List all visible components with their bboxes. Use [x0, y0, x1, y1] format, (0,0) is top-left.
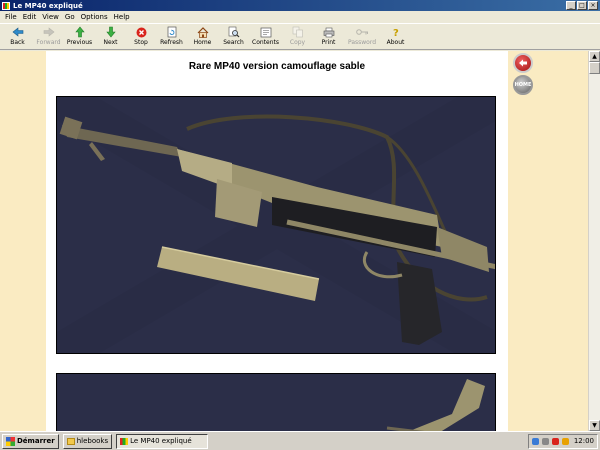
forward-button[interactable]: Forward — [33, 24, 64, 46]
vertical-scrollbar[interactable]: ▲ ▼ — [588, 51, 600, 431]
system-tray: 12:00 — [527, 433, 598, 449]
tray-volume-icon[interactable] — [541, 437, 549, 445]
weapon-photo — [56, 96, 496, 354]
window-title: Le MP40 expliqué — [13, 1, 83, 10]
tray-update-icon[interactable] — [561, 437, 569, 445]
copy-button[interactable]: Copy — [282, 24, 313, 46]
menu-go[interactable]: Go — [62, 13, 78, 21]
app-icon — [2, 1, 10, 10]
print-button[interactable]: Print — [313, 24, 344, 46]
about-button[interactable]: ? About — [380, 24, 411, 46]
svg-text:?: ? — [393, 28, 399, 38]
page-body: Rare MP40 version camouflage sable — [46, 51, 508, 431]
menu-file[interactable]: File — [2, 13, 20, 21]
title-bar: Le MP40 expliqué _ □ × — [0, 0, 600, 11]
stop-icon — [135, 26, 148, 38]
home-nav-button[interactable]: HOME — [513, 75, 533, 95]
menu-bar: File Edit View Go Options Help — [0, 11, 600, 23]
menu-view[interactable]: View — [39, 13, 62, 21]
task-hlebooks[interactable]: hlebooks — [62, 433, 113, 449]
tray-network-icon[interactable] — [531, 437, 539, 445]
back-arrow-icon — [11, 26, 24, 38]
home-icon — [196, 26, 209, 38]
print-icon — [322, 26, 335, 38]
scroll-up-icon[interactable]: ▲ — [589, 51, 600, 62]
next-button[interactable]: Next — [95, 24, 126, 46]
windows-logo-icon — [6, 436, 15, 446]
search-button[interactable]: Search — [218, 24, 249, 46]
page-viewport: Rare MP40 version camouflage sable HOME … — [0, 51, 600, 431]
left-margin — [0, 51, 46, 431]
menu-help[interactable]: Help — [111, 13, 133, 21]
menu-options[interactable]: Options — [78, 13, 111, 21]
tray-antivirus-icon[interactable] — [551, 437, 559, 445]
back-nav-button[interactable] — [513, 53, 533, 73]
scroll-down-icon[interactable]: ▼ — [589, 420, 600, 431]
maximize-button[interactable]: □ — [577, 1, 587, 10]
search-icon — [227, 26, 240, 38]
about-icon: ? — [389, 26, 402, 38]
folder-icon — [66, 437, 75, 445]
refresh-button[interactable]: Refresh — [156, 24, 187, 46]
key-icon — [355, 26, 369, 38]
forward-arrow-icon — [42, 26, 55, 38]
copy-icon — [291, 26, 304, 38]
clock: 12:00 — [573, 437, 594, 445]
ebook-icon — [120, 437, 129, 445]
start-label: Démarrer — [17, 437, 55, 445]
minimize-button[interactable]: _ — [566, 1, 576, 10]
menu-edit[interactable]: Edit — [20, 13, 40, 21]
weapon-photo-detail — [56, 373, 496, 431]
close-button[interactable]: × — [588, 1, 598, 10]
back-button[interactable]: Back — [2, 24, 33, 46]
right-margin — [508, 51, 588, 431]
task-mp40[interactable]: Le MP40 expliqué — [116, 433, 209, 449]
previous-button[interactable]: Previous — [64, 24, 95, 46]
taskbar: Démarrer hlebooks Le MP40 expliqué 12:00 — [0, 431, 600, 450]
toolbar: Back Forward Previous Next Stop Refresh … — [0, 23, 600, 50]
scroll-thumb[interactable] — [589, 62, 600, 74]
start-button[interactable]: Démarrer — [2, 433, 59, 449]
down-arrow-icon — [104, 26, 117, 38]
page-title: Rare MP40 version camouflage sable — [188, 61, 366, 72]
password-button[interactable]: Password — [344, 24, 380, 46]
up-arrow-icon — [73, 26, 86, 38]
stop-button[interactable]: Stop — [126, 24, 156, 46]
contents-button[interactable]: Contents — [249, 24, 282, 46]
contents-icon — [259, 26, 272, 38]
refresh-icon — [165, 26, 178, 38]
home-button[interactable]: Home — [187, 24, 218, 46]
window-controls: _ □ × — [566, 1, 598, 10]
